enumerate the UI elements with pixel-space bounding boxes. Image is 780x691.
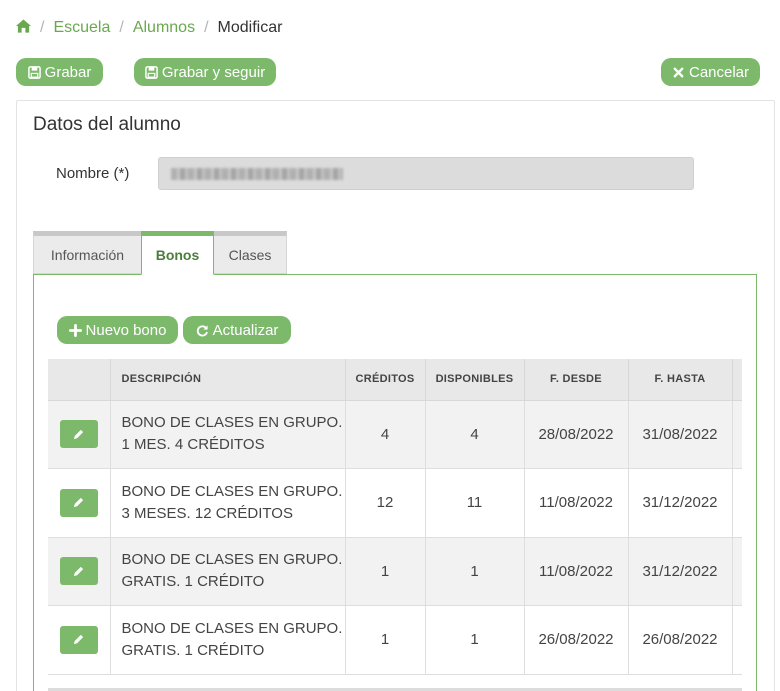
breadcrumb-alumnos[interactable]: Alumnos [133,19,195,37]
table-row: BONO DE CLASES EN GRUPO. 1 MES. 4 CRÉDITO… [48,400,742,469]
floppy-disk-icon [144,65,158,79]
table-row: BONO DE CLASES EN GRUPO. GRATIS. 1 CRÉDIT… [48,537,742,606]
pencil-icon [74,635,84,645]
desc-line-2: GRATIS. 1 CRÉDITO [121,641,265,659]
cell-creditos: 4 [345,400,426,469]
cell-disponibles: 4 [425,400,525,469]
cell-extra [732,537,742,606]
edit-button[interactable] [59,625,98,654]
desc-line-1: BONO DE CLASES EN GRUPO. [121,551,343,569]
plus-icon [68,323,82,337]
cell-disponibles: 11 [425,468,525,538]
edit-button[interactable] [59,557,98,586]
breadcrumb-separator: / [40,19,45,36]
desc-line-2: GRATIS. 1 CRÉDITO [121,573,265,591]
breadcrumb-escuela[interactable]: Escuela [53,19,110,37]
breadcrumb: / Escuela / Alumnos / Modificar [16,16,282,40]
tab-bonos[interactable]: Bonos [141,231,214,275]
column-header-descripcion[interactable]: DESCRIPCIÓN [110,359,346,401]
desc-line-1: BONO DE CLASES EN GRUPO. [121,482,343,500]
cell-f-hasta: 31/12/2022 [628,468,733,538]
edit-button[interactable] [59,488,98,517]
cell-f-desde: 11/08/2022 [524,537,629,606]
breadcrumb-current: Modificar [217,19,283,36]
panel-title: Datos del alumno [33,114,181,135]
column-header-actions [48,359,111,401]
save-button-label: Grabar [44,63,92,81]
breadcrumb-separator: / [119,19,124,36]
desc-line-2: 3 MESES. 12 CRÉDITOS [121,504,293,522]
edit-button[interactable] [59,420,98,449]
name-field[interactable] [158,157,694,190]
cell-f-desde: 11/08/2022 [524,468,629,538]
save-button[interactable]: Grabar [16,58,103,86]
pencil-icon [74,429,84,439]
name-label: Nombre (*) [56,165,130,182]
name-value-blurred [171,168,343,180]
cancel-button-label: Cancelar [688,63,750,81]
times-icon [673,67,684,77]
table-row: BONO DE CLASES EN GRUPO. 3 MESES. 12 CRÉD… [48,468,742,538]
column-header-disponibles[interactable]: DISPONIBLES [425,359,525,401]
new-bono-label: Nuevo bono [85,321,167,339]
table-row: BONO DE CLASES EN GRUPO. GRATIS. 1 CRÉDIT… [48,605,742,675]
cell-f-hasta: 31/12/2022 [628,537,733,606]
pencil-icon [74,498,84,508]
bonos-table: DESCRIPCIÓN CRÉDITOS DISPONIBLES F. DESD… [48,359,742,675]
cell-creditos: 1 [345,537,426,606]
desc-line-1: BONO DE CLASES EN GRUPO. [121,619,343,637]
cancel-button[interactable]: Cancelar [661,58,760,86]
cell-extra [732,605,742,675]
floppy-disk-icon [27,65,41,79]
refresh-button[interactable]: Actualizar [183,316,291,344]
cell-extra [732,468,742,538]
table-header-row: DESCRIPCIÓN CRÉDITOS DISPONIBLES F. DESD… [48,359,742,401]
cell-descripcion: BONO DE CLASES EN GRUPO. GRATIS. 1 CRÉDIT… [110,537,346,606]
cell-extra [732,400,742,469]
column-header-extra [732,359,742,401]
home-icon[interactable] [16,18,31,38]
cell-descripcion: BONO DE CLASES EN GRUPO. 1 MES. 4 CRÉDITO… [110,400,346,469]
desc-line-1: BONO DE CLASES EN GRUPO. [121,414,343,432]
new-bono-button[interactable]: Nuevo bono [57,316,178,344]
desc-line-2: 1 MES. 4 CRÉDITOS [121,436,265,454]
column-header-f-hasta[interactable]: F. HASTA [628,359,733,401]
cell-disponibles: 1 [425,605,525,675]
cell-f-desde: 28/08/2022 [524,400,629,469]
cell-descripcion: BONO DE CLASES EN GRUPO. 3 MESES. 12 CRÉD… [110,468,346,538]
breadcrumb-separator: / [204,19,209,36]
tab-clases[interactable]: Clases [213,231,287,274]
cell-creditos: 12 [345,468,426,538]
cell-f-desde: 26/08/2022 [524,605,629,675]
cell-f-hasta: 31/08/2022 [628,400,733,469]
cell-descripcion: BONO DE CLASES EN GRUPO. GRATIS. 1 CRÉDIT… [110,605,346,675]
cell-f-hasta: 26/08/2022 [628,605,733,675]
refresh-icon [196,324,208,336]
tab-informacion[interactable]: Información [33,231,142,274]
column-header-f-desde[interactable]: F. DESDE [524,359,629,401]
cell-creditos: 1 [345,605,426,675]
save-and-continue-button[interactable]: Grabar y seguir [134,58,276,86]
cell-disponibles: 1 [425,537,525,606]
refresh-label: Actualizar [212,321,279,339]
save-and-continue-label: Grabar y seguir [161,63,266,81]
column-header-creditos[interactable]: CRÉDITOS [345,359,426,401]
pencil-icon [74,566,84,576]
